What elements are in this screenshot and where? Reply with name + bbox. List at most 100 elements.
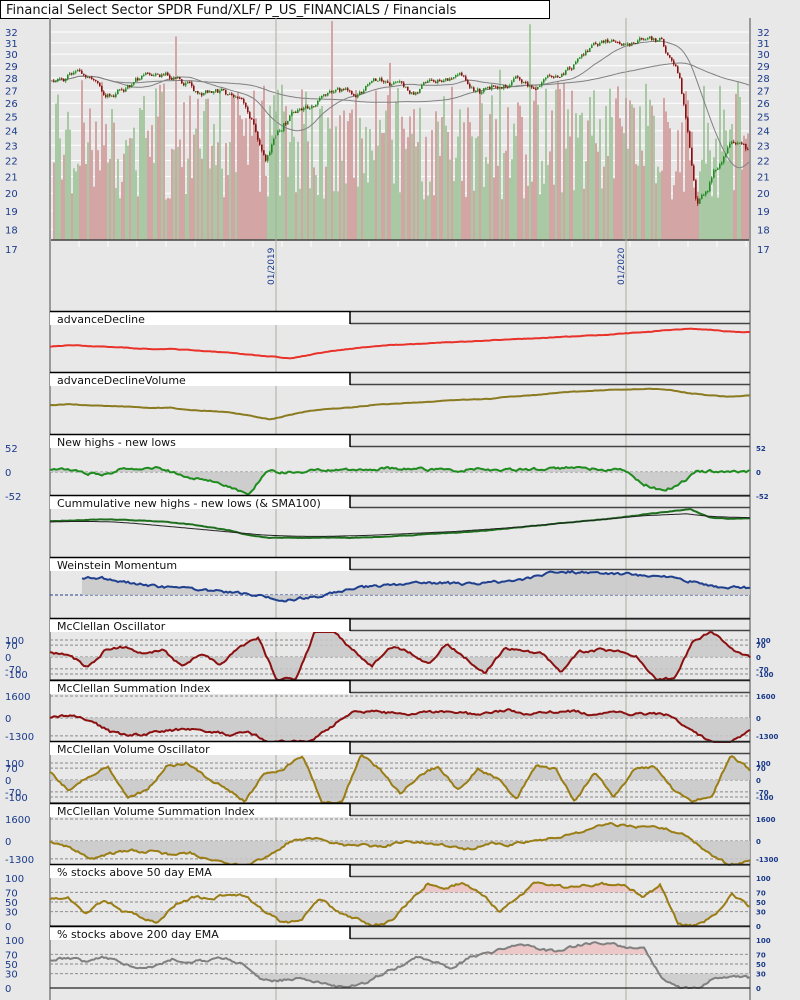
volume-bar [337, 191, 339, 240]
volume-bar [75, 171, 77, 240]
candle-body [69, 73, 71, 75]
price-axis-label-right: 25 [757, 113, 770, 124]
panel-title: % stocks above 200 day EMA [57, 928, 219, 941]
volume-bar [621, 126, 623, 240]
candle-body [533, 87, 535, 89]
volume-bar [649, 99, 651, 240]
panel-area-fill [50, 632, 750, 680]
volume-bar [367, 182, 369, 240]
stock-chart[interactable]: Financial Select Sector SPDR Fund/XLF/ P… [0, 0, 800, 1000]
volume-bar [119, 198, 121, 240]
volume-bar [597, 151, 599, 240]
candle-body [495, 86, 497, 88]
candle-body [471, 87, 473, 89]
candle-body [429, 79, 431, 82]
candle-body [245, 102, 247, 108]
volume-bar [115, 188, 117, 240]
candle-body [203, 92, 205, 96]
candle-body [393, 82, 395, 85]
panel-axis-label-right: -100 [756, 794, 774, 802]
candle-body [447, 78, 449, 81]
candle-body [653, 38, 655, 41]
volume-bar [105, 124, 107, 240]
candle-body [455, 75, 457, 78]
panel-axis-label-right: 30 [756, 909, 766, 917]
volume-bar [243, 135, 245, 240]
panel-axis-label-left: 70 [5, 764, 18, 775]
panel-axis-label-right: 0 [756, 838, 761, 846]
volume-bar [445, 125, 447, 240]
volume-bar [633, 107, 635, 240]
candle-body [541, 82, 543, 86]
candle-body [57, 78, 59, 82]
volume-bar [219, 88, 221, 240]
candle-body [545, 77, 547, 80]
volume-bar [501, 199, 503, 240]
candle-body [369, 82, 371, 85]
candle-body [323, 94, 325, 96]
candle-body [527, 82, 529, 87]
price-axis-label-left: 24 [5, 127, 18, 138]
candle-body [253, 119, 255, 125]
candle-body [657, 40, 659, 42]
volume-bar [645, 83, 647, 240]
candle-body [265, 155, 267, 161]
volume-bar [327, 117, 329, 240]
candle-body [189, 82, 191, 84]
volume-bar [683, 191, 685, 240]
candle-body [709, 182, 711, 191]
panel-axis-label-left: -100 [5, 670, 28, 681]
volume-bar [469, 122, 471, 240]
volume-bar [121, 181, 123, 240]
candle-body [623, 43, 625, 46]
candle-body [589, 48, 591, 52]
panel-title: McClellan Volume Summation Index [57, 805, 255, 818]
volume-bar [141, 109, 143, 240]
volume-bar [213, 124, 215, 240]
volume-bar [329, 128, 331, 240]
volume-bar [69, 129, 71, 240]
candle-body [131, 84, 133, 87]
candle-body [159, 74, 161, 77]
candle-body [325, 94, 327, 96]
candle-body [137, 78, 139, 81]
panel-axis-label-right: -52 [756, 493, 769, 501]
volume-bar [547, 165, 549, 240]
candle-body [613, 40, 615, 42]
candle-body [241, 97, 243, 100]
candle-body [103, 91, 105, 95]
volume-bar [631, 104, 633, 240]
volume-bar [435, 111, 437, 240]
panel-axis-label-right: 0 [756, 777, 761, 785]
volume-bar [521, 116, 523, 240]
volume-bar [281, 84, 283, 240]
volume-bar [503, 153, 505, 240]
volume-bar [301, 89, 303, 241]
volume-bar [557, 82, 559, 240]
candle-body [233, 94, 235, 97]
candle-body [357, 95, 359, 98]
candle-body [673, 60, 675, 65]
panel-axis-label-left: 52 [5, 444, 18, 455]
candle-body [211, 91, 213, 93]
candle-body [419, 88, 421, 93]
panel-axis-label-left: -1300 [5, 855, 34, 866]
candle-body [659, 38, 661, 41]
volume-bar [325, 166, 327, 240]
candle-body [73, 72, 75, 75]
candle-body [561, 73, 563, 78]
volume-bar [609, 88, 611, 241]
candle-body [227, 94, 229, 96]
volume-bar [97, 150, 99, 240]
candle-body [679, 73, 681, 79]
candle-body [79, 69, 81, 71]
candle-body [293, 111, 295, 113]
volume-bar [525, 154, 527, 240]
candle-body [337, 88, 339, 90]
volume-bar [227, 175, 229, 240]
candle-body [677, 66, 679, 74]
volume-bar [513, 123, 515, 240]
candle-body [549, 75, 551, 77]
panel-axis-label-left: -1300 [5, 732, 34, 743]
volume-bar [289, 142, 291, 240]
